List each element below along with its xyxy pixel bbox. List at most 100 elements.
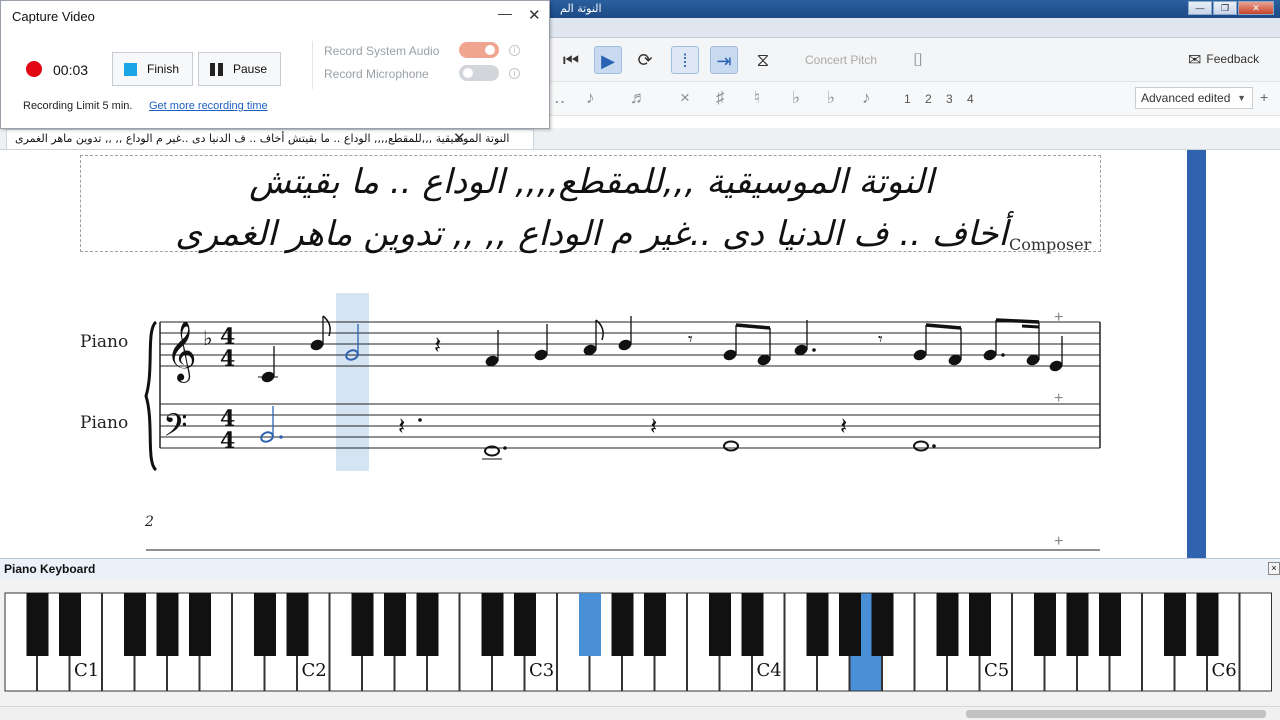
rewind-icon[interactable]: ⏮ xyxy=(557,46,585,74)
score-view[interactable]: النوتة الموسيقية ,,,للمقطع,,,, الوداع ..… xyxy=(0,150,1280,558)
sharp-icon[interactable]: ♯ xyxy=(716,88,725,108)
black-key[interactable] xyxy=(286,593,309,656)
piano-keys[interactable]: C1 C2 C3 C4 C5 C6 xyxy=(0,580,1280,706)
black-key[interactable] xyxy=(611,593,634,656)
playback-toolbar: ⏮ ▶ ⟳ ⁞ ⇥ ⧖ Concert Pitch ⌷ ✉ Feedback xyxy=(550,38,1280,82)
record-indicator-icon xyxy=(26,61,42,77)
black-key[interactable] xyxy=(1066,593,1089,656)
black-key[interactable] xyxy=(969,593,991,656)
voice-2-button[interactable]: 2 xyxy=(925,92,932,106)
natural-icon[interactable]: ♮ xyxy=(754,88,760,108)
voice-3-button[interactable]: 3 xyxy=(946,92,953,106)
black-key[interactable] xyxy=(254,593,276,656)
black-key[interactable] xyxy=(416,593,439,656)
black-key[interactable] xyxy=(1034,593,1056,656)
voice-1-button[interactable]: 1 xyxy=(904,92,911,106)
get-more-time-link[interactable]: Get more recording time xyxy=(149,100,268,112)
tie-icon[interactable]: ♪ xyxy=(586,88,595,108)
add-toolbar-button[interactable]: + xyxy=(1260,89,1268,105)
svg-text:𝄾: 𝄾 xyxy=(878,329,883,350)
score-tab-bar: النوتة الموسيقية ,,,للمقطع,,,, الوداع ..… xyxy=(0,128,1280,150)
main-window-title: النوتة الم xyxy=(560,2,602,15)
key-signature-flat: ♭ xyxy=(203,326,212,350)
scrollbar-thumb[interactable] xyxy=(966,710,1266,718)
treble-notes[interactable]: 𝄽 𝄾 𝄾 xyxy=(258,315,1063,383)
play-icon[interactable]: ▶ xyxy=(594,46,622,74)
flat-icon[interactable]: ♭ xyxy=(792,88,800,108)
black-key[interactable] xyxy=(806,593,829,656)
voice-4-button[interactable]: 4 xyxy=(967,92,974,106)
black-key[interactable] xyxy=(59,593,81,656)
loop-in-icon[interactable]: ⁞ xyxy=(671,46,699,74)
capture-close-icon[interactable]: ✕ xyxy=(528,6,541,24)
main-minimize-button[interactable]: — xyxy=(1188,1,1212,15)
black-key[interactable] xyxy=(644,593,666,656)
octave-label: C3 xyxy=(529,660,554,681)
microphone-toggle[interactable] xyxy=(459,65,499,81)
black-key[interactable] xyxy=(124,593,146,656)
black-key[interactable] xyxy=(709,593,731,656)
finish-label: Finish xyxy=(147,62,180,76)
main-close-button[interactable]: ✕ xyxy=(1238,1,1274,15)
svg-text:𝄽: 𝄽 xyxy=(434,331,441,359)
black-key[interactable] xyxy=(741,593,764,656)
black-key[interactable] xyxy=(384,593,406,656)
treble-clef: 𝄞 xyxy=(166,321,197,383)
piano-keyboard[interactable]: C1 C2 C3 C4 C5 C6 xyxy=(0,580,1280,706)
stop-icon xyxy=(124,63,137,76)
camera-icon[interactable]: ⌷ xyxy=(904,46,932,74)
add-staff-plus-top[interactable]: + xyxy=(1054,309,1063,326)
system-audio-info-icon[interactable]: i xyxy=(509,45,520,56)
white-key[interactable] xyxy=(1239,592,1272,692)
rest-icon[interactable]: ‥ xyxy=(554,88,565,108)
toggle-knob xyxy=(485,45,495,55)
octave-label: C4 xyxy=(757,660,782,681)
pause-label: Pause xyxy=(233,62,268,76)
time-sig-bottom-bass: 4 xyxy=(220,428,235,454)
note-input-palette: ‥ ♪ ♬ × ♯ ♮ ♭ ♭ ♪ 1 2 3 4 Advanced edite… xyxy=(550,82,1280,116)
double-sharp-icon[interactable]: ♭ xyxy=(827,88,835,108)
concert-pitch-button[interactable]: Concert Pitch xyxy=(805,53,877,67)
black-key[interactable] xyxy=(351,593,374,656)
black-key[interactable] xyxy=(156,593,179,656)
metronome-icon[interactable]: ⧖ xyxy=(749,46,777,74)
black-key[interactable] xyxy=(871,593,894,656)
add-staff-plus-bottom[interactable]: + xyxy=(1054,390,1063,407)
loop-icon[interactable]: ⟳ xyxy=(631,46,659,74)
black-key[interactable] xyxy=(26,593,49,656)
black-key[interactable] xyxy=(1099,593,1121,656)
svg-text:𝄽: 𝄽 xyxy=(840,412,847,440)
staff-system: Piano Piano 𝄞 𝄢 ♭ 4 4 4 4 𝄽 𝄾 𝄾 + 𝄽 𝄽 𝄽 … xyxy=(80,293,1101,551)
black-key-active[interactable] xyxy=(579,593,601,656)
mail-icon: ✉ xyxy=(1188,52,1202,69)
vertical-scroll-indicator[interactable] xyxy=(1187,150,1206,558)
main-restore-button[interactable]: ❐ xyxy=(1213,1,1237,15)
workspace-select[interactable]: Advanced edited ▼ xyxy=(1135,87,1253,109)
black-key[interactable] xyxy=(514,593,536,656)
finish-button[interactable]: Finish xyxy=(112,52,193,86)
pause-button[interactable]: Pause xyxy=(198,52,281,86)
ribbon-tab-strip xyxy=(550,18,1280,38)
slur-icon[interactable]: ♬ xyxy=(630,88,647,108)
black-key[interactable] xyxy=(1164,593,1186,656)
black-key[interactable] xyxy=(189,593,211,656)
loop-out-icon[interactable]: ⇥ xyxy=(710,46,738,74)
black-key[interactable] xyxy=(1196,593,1219,656)
close-tab-icon[interactable]: ✕ xyxy=(453,129,466,147)
capture-minimize-icon[interactable]: — xyxy=(498,5,512,21)
black-key[interactable] xyxy=(936,593,959,656)
feedback-button[interactable]: ✉ Feedback xyxy=(1188,50,1259,70)
piano-keyboard-close-button[interactable]: × xyxy=(1268,562,1280,575)
black-key[interactable] xyxy=(481,593,504,656)
double-flat-icon[interactable]: × xyxy=(680,88,690,108)
add-staff-plus-system-2[interactable]: + xyxy=(1054,533,1063,550)
system-audio-toggle[interactable] xyxy=(459,42,499,58)
recording-limit-text: Recording Limit 5 min. xyxy=(23,100,133,112)
flip-icon[interactable]: ♪ xyxy=(862,88,871,108)
horizontal-scrollbar[interactable] xyxy=(0,706,1280,720)
capture-video-window: Capture Video — ✕ 00:03 Finish Pause Rec… xyxy=(0,0,550,129)
microphone-info-icon[interactable]: i xyxy=(509,68,520,79)
bass-staff xyxy=(160,403,1100,449)
microphone-label: Record Microphone xyxy=(324,67,429,81)
black-key[interactable] xyxy=(839,593,861,656)
